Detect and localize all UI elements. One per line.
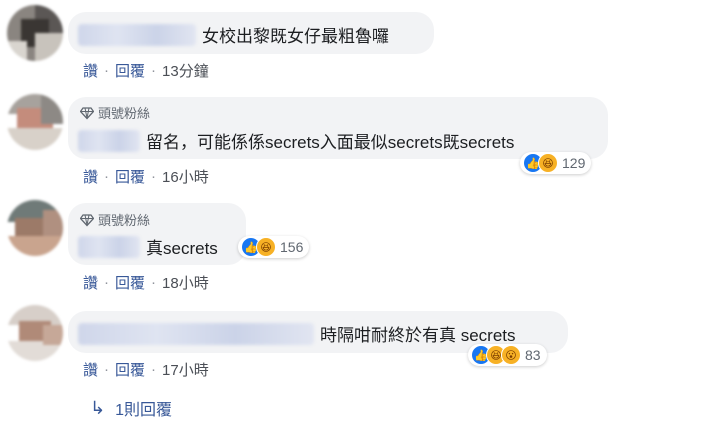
reactions-summary[interactable]: 👍 😆 156 bbox=[238, 236, 310, 258]
badge-label: 頭號粉絲 bbox=[98, 106, 151, 121]
haha-icon: 😆 bbox=[256, 237, 276, 257]
comment-text: 留名，可能係係secrets入面最似secrets既secrets bbox=[146, 133, 515, 152]
wow-icon: 😮 bbox=[501, 345, 521, 365]
like-link[interactable]: 讚 bbox=[83, 359, 98, 380]
avatar[interactable] bbox=[7, 5, 63, 61]
reply-arrow-icon: ↳ bbox=[90, 397, 106, 418]
avatar[interactable] bbox=[7, 94, 63, 150]
reply-link[interactable]: 回覆 bbox=[115, 166, 145, 187]
comment-actions: 讚 · 回覆 · 13分鐘 bbox=[83, 60, 209, 81]
like-link[interactable]: 讚 bbox=[83, 166, 98, 187]
commenter-name-blurred[interactable] bbox=[78, 322, 314, 345]
avatar[interactable] bbox=[7, 200, 63, 256]
separator-dot: · bbox=[151, 168, 157, 185]
timestamp[interactable]: 17小時 bbox=[162, 359, 209, 380]
like-link[interactable]: 讚 bbox=[83, 60, 98, 81]
reactions-summary[interactable]: 👍 😆 😮 83 bbox=[468, 344, 547, 366]
reaction-count: 156 bbox=[280, 239, 304, 255]
like-link[interactable]: 讚 bbox=[83, 272, 98, 293]
separator-dot: · bbox=[151, 62, 157, 79]
separator-dot: · bbox=[104, 361, 110, 378]
diamond-icon bbox=[80, 213, 94, 226]
separator-dot: · bbox=[104, 274, 110, 291]
diamond-icon bbox=[80, 106, 94, 119]
reply-link[interactable]: 回覆 bbox=[115, 359, 145, 380]
comment-text-row: 時隔咁耐終於有真 secrets bbox=[78, 321, 516, 346]
comment-text: 真secrets bbox=[146, 239, 218, 258]
avatar[interactable] bbox=[7, 305, 63, 361]
haha-icon: 😆 bbox=[538, 153, 558, 173]
reply-link[interactable]: 回覆 bbox=[115, 272, 145, 293]
timestamp[interactable]: 16小時 bbox=[162, 166, 209, 187]
comment-text-row: 女校出黎既女仔最粗魯囉 bbox=[78, 22, 389, 47]
reaction-count: 83 bbox=[525, 347, 541, 363]
commenter-name-blurred[interactable] bbox=[78, 129, 140, 152]
top-fan-badge[interactable]: 頭號粉絲 bbox=[80, 210, 150, 229]
view-replies-label: 1則回覆 bbox=[115, 402, 172, 419]
separator-dot: · bbox=[104, 168, 110, 185]
timestamp[interactable]: 18小時 bbox=[162, 272, 209, 293]
reaction-count: 129 bbox=[562, 155, 586, 171]
timestamp[interactable]: 13分鐘 bbox=[162, 60, 209, 81]
comment-actions: 讚 · 回覆 · 16小時 bbox=[83, 166, 209, 187]
comment-text-row: 留名，可能係係secrets入面最似secrets既secrets bbox=[78, 128, 514, 153]
separator-dot: · bbox=[151, 274, 157, 291]
top-fan-badge[interactable]: 頭號粉絲 bbox=[80, 103, 150, 122]
comment-text-row: 真secrets bbox=[78, 234, 218, 259]
comment-text: 女校出黎既女仔最粗魯囉 bbox=[202, 27, 389, 46]
reply-link[interactable]: 回覆 bbox=[115, 60, 145, 81]
separator-dot: · bbox=[151, 361, 157, 378]
badge-label: 頭號粉絲 bbox=[98, 213, 151, 228]
commenter-name-blurred[interactable] bbox=[78, 235, 140, 258]
view-replies-link[interactable]: ↳ 1則回覆 bbox=[90, 396, 172, 420]
comment-actions: 讚 · 回覆 · 18小時 bbox=[83, 272, 209, 293]
commenter-name-blurred[interactable] bbox=[78, 23, 196, 46]
comment-actions: 讚 · 回覆 · 17小時 bbox=[83, 359, 209, 380]
separator-dot: · bbox=[104, 62, 110, 79]
reactions-summary[interactable]: 👍 😆 129 bbox=[520, 152, 592, 174]
comment-text: 時隔咁耐終於有真 secrets bbox=[320, 326, 516, 345]
